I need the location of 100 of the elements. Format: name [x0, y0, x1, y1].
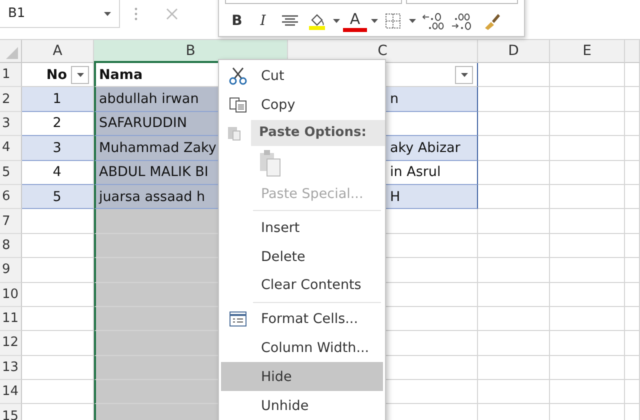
- table-cell: [478, 282, 550, 307]
- table-cell: [478, 87, 550, 112]
- cell-text: juarsa assaad h: [99, 188, 206, 205]
- table-cell: [478, 356, 550, 380]
- column-header[interactable]: D: [478, 40, 550, 63]
- paste-icon: [259, 148, 281, 177]
- cell-text: H: [390, 188, 400, 205]
- table-cell: [625, 234, 640, 258]
- table-cell: [478, 112, 550, 136]
- format-cells-icon: [229, 311, 247, 328]
- corner-triangle-icon: [6, 47, 18, 59]
- table-cell: [625, 356, 640, 380]
- borders-icon: [385, 13, 401, 29]
- row-header[interactable]: 3: [0, 112, 22, 136]
- table-cell: [22, 234, 94, 258]
- row-header[interactable]: 6: [0, 184, 22, 210]
- column-header[interactable]: B: [94, 40, 288, 63]
- caret-icon: [76, 72, 84, 77]
- table-cell: [625, 306, 640, 332]
- cell-text: 1: [52, 91, 62, 108]
- column-header[interactable]: E: [550, 40, 625, 63]
- row-header[interactable]: 11: [0, 306, 22, 332]
- row-header[interactable]: 12: [0, 331, 22, 356]
- cell-text: 3: [52, 140, 62, 156]
- menu-item[interactable]: Delete: [221, 242, 383, 271]
- table-cell: [22, 331, 94, 356]
- paint-bucket-icon: [308, 12, 326, 30]
- row-header[interactable]: 8: [0, 234, 22, 258]
- caret-icon: [460, 72, 468, 77]
- grip-icon: [134, 7, 138, 21]
- cell-text: Nama: [99, 66, 143, 83]
- cell-text: 2: [52, 115, 62, 132]
- table-cell: [478, 331, 550, 356]
- bold-button[interactable]: B: [225, 9, 249, 33]
- paintbrush-icon: [483, 12, 501, 30]
- menu-item[interactable]: Format Cells...: [221, 304, 383, 334]
- italic-button[interactable]: I: [251, 9, 275, 33]
- table-cell: [478, 136, 550, 161]
- menu-item[interactable]: Cut: [221, 62, 383, 91]
- caret-icon: [370, 19, 378, 23]
- cell-text: ABDUL MALIK BI: [99, 164, 208, 180]
- menu-item[interactable]: Column Width...: [221, 334, 383, 362]
- table-cell: [478, 184, 550, 210]
- name-box[interactable]: B1: [0, 0, 120, 28]
- row-header[interactable]: 7: [0, 209, 22, 234]
- caret-icon: [408, 19, 416, 23]
- table-cell: [625, 331, 640, 356]
- cell-text: Muhammad Zaky: [99, 140, 216, 156]
- menu-item[interactable]: Copy: [221, 90, 383, 120]
- align-center-icon: [282, 15, 298, 27]
- menu-item[interactable]: Unhide: [221, 391, 383, 420]
- table-cell: [478, 380, 550, 404]
- row-header[interactable]: 13: [0, 356, 22, 380]
- clipboard-icon: [227, 124, 241, 141]
- filter-button[interactable]: [455, 66, 473, 84]
- caret-icon: [104, 12, 111, 16]
- menu-item[interactable]: Hide: [221, 362, 383, 392]
- row-header[interactable]: 15: [0, 404, 22, 420]
- table-cell: [625, 258, 640, 283]
- table-cell: [478, 234, 550, 258]
- table-cell: [625, 63, 640, 88]
- table-cell: [478, 306, 550, 332]
- scissors-icon: [229, 67, 247, 86]
- table-cell: [625, 87, 640, 112]
- row-header[interactable]: 14: [0, 380, 22, 404]
- cell-text: SAFARUDDIN: [99, 115, 187, 132]
- cell-text: 5: [52, 188, 62, 205]
- table-cell: [22, 306, 94, 332]
- table-cell: [22, 380, 94, 404]
- row-header[interactable]: 10: [0, 282, 22, 307]
- row-header[interactable]: 9: [0, 258, 22, 283]
- row-header[interactable]: 1: [0, 63, 22, 88]
- table-cell: [22, 356, 94, 380]
- table-cell: [625, 282, 640, 307]
- menu-item[interactable]: Clear Contents: [221, 270, 383, 300]
- table-cell: [625, 112, 640, 136]
- table-cell: [478, 209, 550, 234]
- font-color-button[interactable]: A: [343, 10, 367, 32]
- table-cell: [625, 380, 640, 404]
- column-header[interactable]: C: [288, 40, 478, 63]
- cell-text: aky Abizar: [390, 140, 460, 156]
- table-cell: [625, 136, 640, 161]
- cell-text: abdullah irwan: [99, 91, 199, 108]
- menu-item[interactable]: Insert: [221, 213, 383, 242]
- row-header[interactable]: 5: [0, 160, 22, 185]
- cell-text: n: [390, 91, 399, 108]
- filter-button[interactable]: [71, 66, 89, 84]
- table-cell: [478, 258, 550, 283]
- copy-icon: [229, 97, 247, 114]
- decimal-arrow-icon: [421, 12, 445, 30]
- table-cell: [22, 258, 94, 283]
- row-header[interactable]: 2: [0, 87, 22, 112]
- table-cell: [625, 209, 640, 234]
- caret-icon: [332, 19, 340, 23]
- column-header[interactable]: A: [22, 40, 94, 63]
- row-header[interactable]: 4: [0, 136, 22, 161]
- cell-text: in Asrul: [390, 164, 441, 180]
- table-cell: [625, 184, 640, 210]
- table-cell: [625, 160, 640, 185]
- cell-text: 4: [52, 164, 62, 180]
